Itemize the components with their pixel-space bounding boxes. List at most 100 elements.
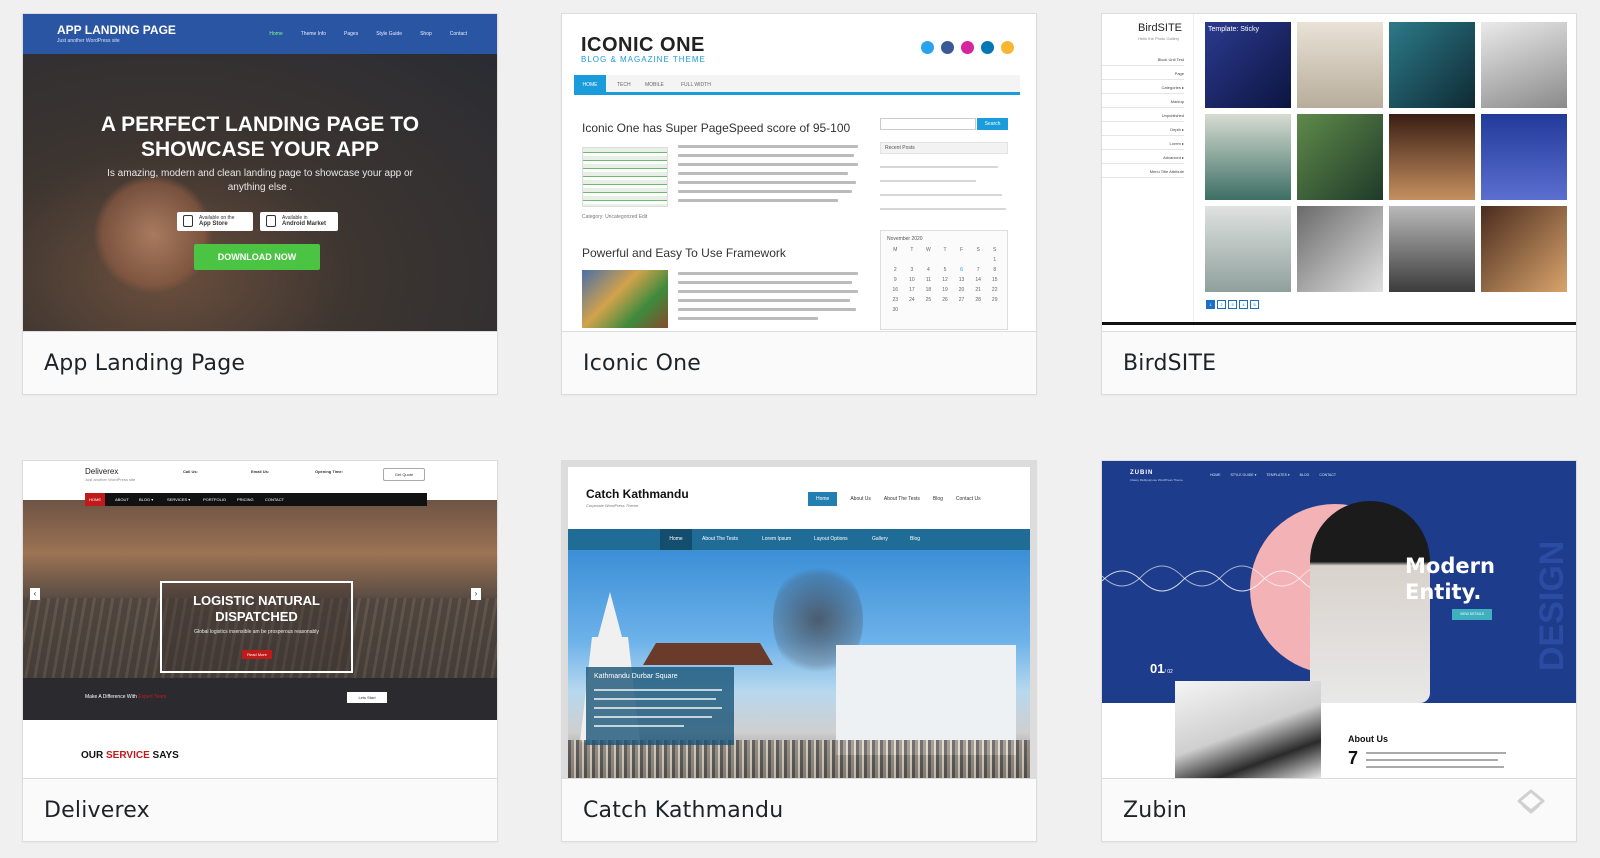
preview-tab: TECH <box>617 82 631 88</box>
linkedin-icon <box>981 41 994 54</box>
theme-name[interactable]: BirdSITE <box>1123 351 1216 376</box>
theme-screenshot[interactable]: Catch Kathmandu Corporate WordPress Them… <box>562 461 1036 778</box>
theme-card-iconic-one[interactable]: ICONIC ONE BLOG & MAGAZINE THEME HOME TE… <box>561 13 1037 395</box>
theme-name[interactable]: Zubin <box>1123 798 1187 823</box>
gallery-photo <box>1205 114 1291 200</box>
theme-card-footer[interactable]: BirdSITE <box>1102 331 1576 394</box>
preview-top-menu: Home About Us About The Tests Blog Conta… <box>808 492 981 506</box>
preview-site-title: Catch Kathmandu <box>586 487 689 501</box>
preview-menu-item: Style Guide <box>376 31 403 37</box>
gallery-photo <box>1205 206 1291 292</box>
theme-card-zubin[interactable]: ZUBIN Classy Multipurpose WordPress Them… <box>1101 460 1577 842</box>
preview-tagline: Just another WordPress site <box>57 38 120 44</box>
theme-card-deliverex[interactable]: Deliverex Just another WordPress site Ca… <box>22 460 498 842</box>
theme-screenshot[interactable]: BirdSITE Hello the Photo Gallery Block U… <box>1102 14 1576 331</box>
preview-menu-item: Block Unit Test <box>1102 52 1184 66</box>
preview-menu-item: Advanced ▸ <box>1102 150 1184 164</box>
preview-hero: ZUBIN Classy Multipurpose WordPress Them… <box>1102 461 1576 703</box>
theme-screenshot[interactable]: Deliverex Just another WordPress site Ca… <box>23 461 497 778</box>
preview-search-input <box>880 118 976 130</box>
hours-info: Opening Time: <box>315 469 343 474</box>
theme-card-app-landing-page[interactable]: APP LANDING PAGE Just another WordPress … <box>22 13 498 395</box>
theme-name[interactable]: Catch Kathmandu <box>583 798 783 823</box>
facebook-icon <box>941 41 954 54</box>
preview-menu-item: Home <box>269 31 283 37</box>
preview-menu-item: Contact <box>449 31 467 37</box>
theme-card-birdsite[interactable]: BirdSITE Hello the Photo Gallery Block U… <box>1101 13 1577 395</box>
preview-tab: MOBILE <box>645 82 664 88</box>
preview-header: APP LANDING PAGE Just another WordPress … <box>23 14 497 54</box>
theme-card-catch-kathmandu[interactable]: Catch Kathmandu Corporate WordPress Them… <box>561 460 1037 842</box>
gallery-photo <box>1481 22 1567 108</box>
theme-screenshot[interactable]: APP LANDING PAGE Just another WordPress … <box>23 14 497 331</box>
theme-card-footer[interactable]: Catch Kathmandu <box>562 778 1036 841</box>
email-info: Email Us: <box>251 469 270 474</box>
white-building-image <box>836 645 1016 755</box>
preview-menu-item: Categories ▸ <box>1102 80 1184 94</box>
preview-page: Catch Kathmandu Corporate WordPress Them… <box>568 467 1030 778</box>
pagoda-roof-image <box>643 643 773 665</box>
gallery-photo <box>1297 206 1383 292</box>
post-excerpt <box>678 145 858 208</box>
theme-screenshot[interactable]: ZUBIN Classy Multipurpose WordPress Them… <box>1102 461 1576 778</box>
download-now-button: DOWNLOAD NOW <box>194 244 320 270</box>
theme-card-footer[interactable]: Zubin <box>1102 778 1576 841</box>
preview-menu-item: Unpublished <box>1102 108 1184 122</box>
get-quote-button: Get Quote <box>383 468 425 481</box>
gallery-photo <box>1205 22 1291 108</box>
apple-icon <box>183 215 193 227</box>
slider-prev-icon: ‹ <box>30 588 40 600</box>
post-thumbnail <box>582 270 668 328</box>
stack-layers-icon <box>1517 789 1545 814</box>
preview-menu-item: Markup <box>1102 94 1184 108</box>
about-heading: About Us <box>1348 734 1388 744</box>
gallery-photo <box>1389 22 1475 108</box>
view-details-button: VIEW DETAILS <box>1452 609 1492 620</box>
slider-caption: Kathmandu Durbar Square <box>586 667 734 745</box>
gallery-photo <box>1481 114 1567 200</box>
read-more-button: Read More <box>242 650 272 659</box>
post-excerpt <box>678 272 858 326</box>
preview-nav: HOME ABOUT BLOG ▾ SERVICES ▾ PORTFOLIO P… <box>85 493 427 506</box>
about-number: 7 <box>1348 748 1359 768</box>
preview-post-title: Powerful and Easy To Use Framework <box>582 246 786 260</box>
cta-strip: Make A Difference With Expert Team Lets … <box>23 678 497 720</box>
android-market-badge: Available in Android Market <box>260 212 338 231</box>
theme-name[interactable]: Iconic One <box>583 351 701 376</box>
theme-screenshot[interactable]: ICONIC ONE BLOG & MAGAZINE THEME HOME TE… <box>562 14 1036 331</box>
preview-menu-item: Pages <box>344 31 359 37</box>
preview-footer-bar <box>1102 322 1576 325</box>
gallery-photo <box>1297 114 1383 200</box>
preview-nav: HOME TECH MOBILE FULL WIDTH <box>574 75 1020 95</box>
preview-tab: FULL WIDTH <box>681 82 711 88</box>
rss-icon <box>1001 41 1014 54</box>
theme-card-footer[interactable]: App Landing Page <box>23 331 497 394</box>
theme-name[interactable]: Deliverex <box>44 798 150 823</box>
preview-tagline: Corporate WordPress Theme <box>586 503 639 508</box>
theme-card-footer[interactable]: Deliverex <box>23 778 497 841</box>
preview-headline: A PERFECT LANDING PAGE TO SHOWCASE YOUR … <box>100 113 420 161</box>
call-info: Call Us: <box>183 469 198 474</box>
preview-tagline: Hello the Photo Gallery <box>1138 36 1180 41</box>
post-thumbnail <box>582 147 668 207</box>
preview-logo: ICONIC ONE <box>581 34 705 56</box>
preview-search-button: Search <box>977 118 1008 130</box>
recent-posts-heading: Recent Posts <box>880 142 1008 154</box>
preview-menu: HOME STYLE GUIDE ▾ TEMPLATES ▾ BLOG CONT… <box>1210 473 1337 477</box>
vertical-design-text: DESIGN <box>1533 540 1571 671</box>
theme-card-footer[interactable]: Iconic One <box>562 331 1036 394</box>
theme-name[interactable]: App Landing Page <box>44 351 245 376</box>
preview-menu-item: Lorem ▸ <box>1102 136 1184 150</box>
hero-caption-box: LOGISTIC NATURAL DISPATCHED Global logist… <box>160 581 353 673</box>
preview-menu-item: Theme Info <box>300 31 327 37</box>
preview-subtext: Is amazing, modern and clean landing pag… <box>107 168 413 193</box>
gallery-photo <box>1297 22 1383 108</box>
instagram-icon <box>961 41 974 54</box>
preview-menu-item: Depth ▸ <box>1102 122 1184 136</box>
app-store-badge: Available on the App Store <box>177 212 253 231</box>
slide-counter: 01/ 02 <box>1150 661 1173 676</box>
recent-post-link <box>880 166 998 168</box>
preview-site-title: BirdSITE <box>1138 22 1183 34</box>
sticky-label: Template: Sticky <box>1208 26 1259 33</box>
preview-brand: APP LANDING PAGE <box>57 23 176 37</box>
